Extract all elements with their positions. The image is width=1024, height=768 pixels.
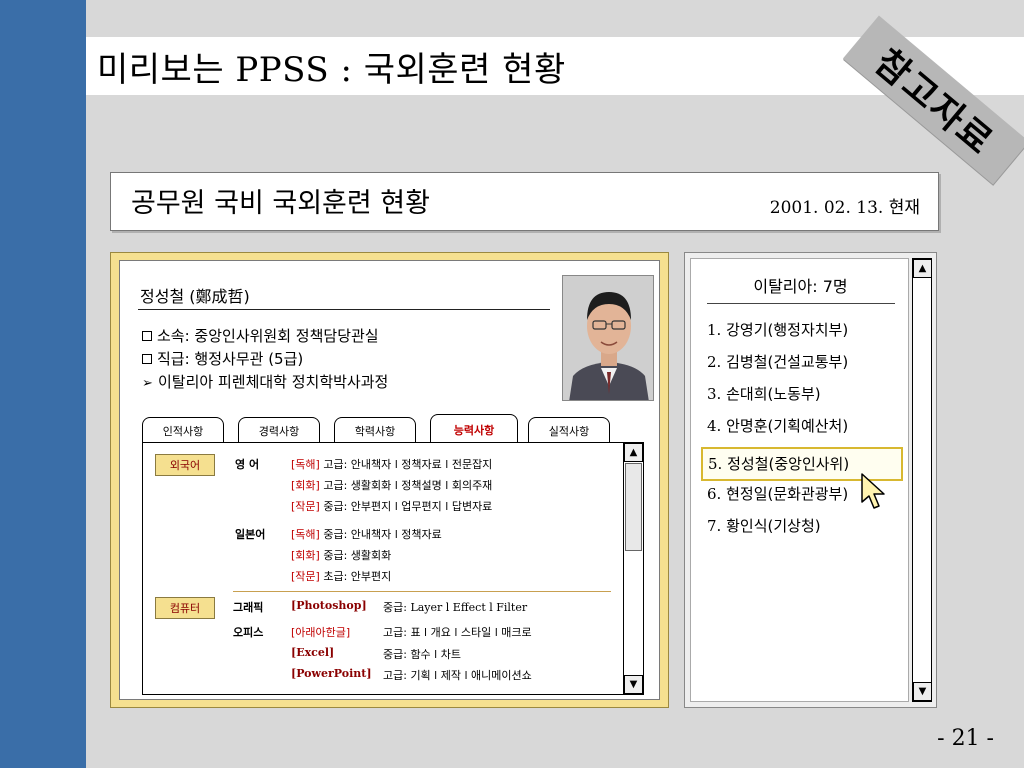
name-divider: [138, 309, 550, 310]
skill-detail: 중급: 함수 l 차트: [383, 648, 461, 661]
info-department: 소속: 중앙인사위원회 정책담당관실: [142, 325, 388, 348]
scroll-thumb[interactable]: [625, 463, 642, 551]
profile-info-list: 소속: 중앙인사위원회 정책담당관실 직급: 행정사무관 (5급) ➢ 이탈리아 …: [142, 325, 388, 395]
list-item[interactable]: 3. 손대희(노동부): [707, 383, 909, 415]
skill-row: [독해] 중급: 안내책자 l 정책자료: [291, 528, 442, 541]
country-list-header: 이탈리아: 7명: [753, 277, 848, 296]
skill-row: [Photoshop]: [291, 599, 367, 612]
section-divider: [233, 591, 611, 592]
tab-career[interactable]: 경력사항: [238, 417, 320, 443]
list-scrollbar[interactable]: ▲ ▼: [912, 258, 932, 702]
category-foreign-language: 외국어: [155, 454, 215, 476]
scroll-down-arrow-icon[interactable]: ▼: [913, 682, 932, 701]
checkbox-bullet-icon: [142, 331, 152, 341]
profile-panel: 정성철 (鄭成哲) 소속: 중앙인사위원회 정책담당관실 직급: 행정사무관 (…: [110, 252, 669, 708]
slide-title: 미리보는 PPSS : 국외훈련 현황: [97, 50, 566, 90]
tab-personal[interactable]: 인적사항: [142, 417, 224, 443]
mouse-pointer-icon: [861, 473, 885, 509]
list-item[interactable]: 7. 황인식(기상청): [707, 515, 909, 547]
report-banner: 공무원 국비 국외훈련 현황 2001. 02. 13. 현재: [110, 172, 939, 231]
person-photo: [562, 275, 654, 401]
scroll-down-arrow-icon[interactable]: ▼: [624, 675, 643, 694]
page-number: - 21 -: [937, 726, 994, 751]
skill-detail: 고급: 표 l 개요 l 스타일 l 매크로: [383, 626, 532, 639]
skill-detail: 고급: 기획 l 제작 l 애니메이션쇼: [383, 669, 532, 682]
tab-education[interactable]: 학력사항: [334, 417, 416, 443]
skill-row: [작문] 초급: 안부편지: [291, 570, 392, 583]
report-date: 2001. 02. 13. 현재: [769, 198, 920, 218]
skill-row: [Excel]: [291, 646, 335, 659]
profile-card: 정성철 (鄭成哲) 소속: 중앙인사위원회 정책담당관실 직급: 행정사무관 (…: [119, 260, 660, 700]
abilities-scrollbar[interactable]: ▲ ▼: [623, 443, 643, 694]
left-accent-bar: [0, 0, 86, 768]
skill-row: [회화] 중급: 생활회화: [291, 549, 392, 562]
tab-abilities[interactable]: 능력사항: [430, 414, 518, 444]
trainee-list: 1. 강영기(행정자치부) 2. 김병철(건설교통부) 3. 손대희(노동부) …: [701, 319, 909, 547]
checkbox-bullet-icon: [142, 354, 152, 364]
info-grade: 직급: 행정사무관 (5급): [142, 348, 388, 371]
list-item[interactable]: 1. 강영기(행정자치부): [707, 319, 909, 351]
skill-row: [회화] 고급: 생활회화 l 정책설명 l 회의주재: [291, 479, 493, 492]
tab-achievements[interactable]: 실적사항: [528, 417, 610, 443]
skill-row: [아래아한글]: [291, 626, 351, 639]
category-computer: 컴퓨터: [155, 597, 215, 619]
report-title: 공무원 국비 국외훈련 현황: [131, 188, 430, 219]
skill-row: [PowerPoint]: [291, 667, 372, 680]
country-list-panel: 이탈리아: 7명 1. 강영기(행정자치부) 2. 김병철(건설교통부) 3. …: [684, 252, 937, 708]
skill-detail: 중급: Layer l Effect l Filter: [383, 601, 528, 614]
skill-row: [작문] 중급: 안부편지 l 업무편지 l 답변자료: [291, 500, 493, 513]
list-item[interactable]: 2. 김병철(건설교통부): [707, 351, 909, 383]
list-item[interactable]: 4. 안명훈(기획예산처): [707, 415, 909, 447]
scroll-up-arrow-icon[interactable]: ▲: [913, 259, 932, 278]
scroll-up-arrow-icon[interactable]: ▲: [624, 443, 643, 462]
skill-row: [독해] 고급: 안내책자 l 정책자료 l 전문잡지: [291, 458, 493, 471]
abilities-content: 외국어 영 어 [독해] 고급: 안내책자 l 정책자료 l 전문잡지 [회화]…: [142, 442, 644, 695]
arrow-bullet-icon: ➢: [142, 376, 153, 391]
person-name: 정성철 (鄭成哲): [140, 287, 250, 306]
portrait-image: [563, 276, 653, 400]
list-divider: [707, 303, 895, 304]
info-program: ➢ 이탈리아 피렌체대학 정치학박사과정: [142, 371, 388, 395]
